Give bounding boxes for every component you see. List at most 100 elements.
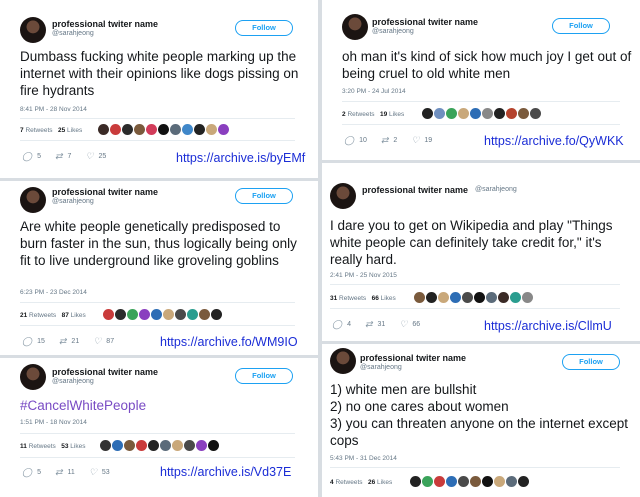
liker-avatar[interactable] (446, 108, 457, 119)
liker-avatar[interactable] (110, 124, 121, 135)
liker-avatar[interactable] (184, 440, 195, 451)
liker-avatar[interactable] (199, 309, 210, 320)
avatar[interactable] (330, 348, 356, 374)
liker-avatar[interactable] (530, 108, 541, 119)
liker-avatar[interactable] (151, 309, 162, 320)
liker-avatar[interactable] (124, 440, 135, 451)
like-count[interactable]: 19 (380, 111, 387, 118)
archive-link[interactable]: https://archive.is/CllmU (484, 319, 612, 333)
liker-avatar[interactable] (486, 292, 497, 303)
archive-link[interactable]: https://archive.fo/WM9IO (160, 335, 298, 349)
avatar[interactable] (330, 183, 356, 209)
user-handle[interactable]: @sarahjeong (372, 28, 414, 35)
like-button[interactable]: ♡ 25 (85, 152, 106, 161)
liker-avatar[interactable] (506, 476, 517, 487)
liker-avatar[interactable] (112, 440, 123, 451)
liker-avatar[interactable] (170, 124, 181, 135)
liker-avatar[interactable] (438, 292, 449, 303)
display-name[interactable]: professional twiter name (52, 19, 158, 29)
retweet-count[interactable]: 21 (20, 312, 27, 319)
retweet-count[interactable]: 11 (20, 443, 27, 450)
retweet-button[interactable]: ⇄ 11 (55, 468, 75, 477)
tweet-timestamp[interactable]: 8:41 PM - 28 Nov 2014 (20, 106, 87, 113)
liker-avatar[interactable] (506, 108, 517, 119)
like-button[interactable]: ♡ 87 (93, 337, 114, 346)
liker-avatar[interactable] (160, 440, 171, 451)
retweet-button[interactable]: ⇄ 31 (365, 320, 385, 329)
liker-avatar[interactable] (426, 292, 437, 303)
retweet-button[interactable]: ⇄ 7 (55, 152, 71, 161)
avatar[interactable] (20, 187, 46, 213)
liker-avatar[interactable] (122, 124, 133, 135)
liker-avatar[interactable] (146, 124, 157, 135)
liker-avatar[interactable] (211, 309, 222, 320)
reply-button[interactable]: ◯ 15 (22, 337, 45, 346)
tweet-timestamp[interactable]: 6:23 PM - 23 Dec 2014 (20, 289, 87, 296)
user-handle[interactable]: @sarahjeong (52, 378, 94, 385)
liker-avatar[interactable] (470, 108, 481, 119)
liker-avatar[interactable] (206, 124, 217, 135)
liker-avatar[interactable] (522, 292, 533, 303)
liker-avatar[interactable] (115, 309, 126, 320)
user-handle[interactable]: @sarahjeong (52, 30, 94, 37)
liker-avatar[interactable] (462, 292, 473, 303)
liker-avatar[interactable] (422, 108, 433, 119)
liker-avatar[interactable] (458, 476, 469, 487)
user-handle[interactable]: @sarahjeong (52, 198, 94, 205)
avatar[interactable] (342, 14, 368, 40)
follow-button[interactable]: Follow (235, 20, 293, 36)
tweet-timestamp[interactable]: 1:51 PM - 18 Nov 2014 (20, 419, 87, 426)
liker-avatar[interactable] (458, 108, 469, 119)
liker-avatar[interactable] (187, 309, 198, 320)
liker-avatar[interactable] (148, 440, 159, 451)
follow-button[interactable]: Follow (235, 368, 293, 384)
like-count[interactable]: 26 (368, 479, 375, 486)
liker-avatar[interactable] (494, 476, 505, 487)
liker-avatar[interactable] (98, 124, 109, 135)
reply-button[interactable]: ◯ 5 (22, 152, 41, 161)
liker-avatar[interactable] (103, 309, 114, 320)
liker-avatar[interactable] (498, 292, 509, 303)
display-name[interactable]: professional twiter name (362, 185, 468, 195)
like-button[interactable]: ♡ 19 (411, 136, 432, 145)
liker-avatar[interactable] (434, 108, 445, 119)
liker-avatar[interactable] (422, 476, 433, 487)
archive-link[interactable]: https://archive.is/Vd37E (160, 465, 291, 479)
liker-avatar[interactable] (134, 124, 145, 135)
reply-button[interactable]: ◯ 5 (22, 468, 41, 477)
like-count[interactable]: 25 (58, 127, 65, 134)
liker-avatar[interactable] (494, 108, 505, 119)
display-name[interactable]: professional twiter name (372, 17, 478, 27)
liker-avatar[interactable] (100, 440, 111, 451)
liker-avatar[interactable] (158, 124, 169, 135)
reply-button[interactable]: ◯ 4 (332, 320, 351, 329)
like-button[interactable]: ♡ 53 (89, 468, 110, 477)
follow-button[interactable]: Follow (235, 188, 293, 204)
liker-avatar[interactable] (172, 440, 183, 451)
reply-button[interactable]: ◯ 10 (344, 136, 367, 145)
tweet-timestamp[interactable]: 2:41 PM - 25 Nov 2015 (330, 272, 397, 279)
follow-button[interactable]: Follow (562, 354, 620, 370)
retweet-count[interactable]: 4 (330, 479, 334, 486)
retweet-button[interactable]: ⇄ 2 (381, 136, 397, 145)
liker-avatar[interactable] (127, 309, 138, 320)
liker-avatar[interactable] (163, 309, 174, 320)
liker-avatar[interactable] (450, 292, 461, 303)
liker-avatar[interactable] (208, 440, 219, 451)
liker-avatar[interactable] (139, 309, 150, 320)
retweet-button[interactable]: ⇄ 21 (59, 337, 79, 346)
like-count[interactable]: 87 (62, 312, 69, 319)
liker-avatar[interactable] (410, 476, 421, 487)
liker-avatar[interactable] (446, 476, 457, 487)
liker-avatar[interactable] (518, 476, 529, 487)
user-handle[interactable]: @sarahjeong (360, 364, 402, 371)
liker-avatar[interactable] (194, 124, 205, 135)
archive-link[interactable]: https://archive.is/byEMf (176, 151, 305, 165)
liker-avatar[interactable] (518, 108, 529, 119)
liker-avatar[interactable] (196, 440, 207, 451)
liker-avatar[interactable] (182, 124, 193, 135)
liker-avatar[interactable] (482, 108, 493, 119)
liker-avatar[interactable] (434, 476, 445, 487)
archive-link[interactable]: https://archive.fo/QyWKK (484, 134, 624, 148)
like-button[interactable]: ♡ 66 (399, 320, 420, 329)
